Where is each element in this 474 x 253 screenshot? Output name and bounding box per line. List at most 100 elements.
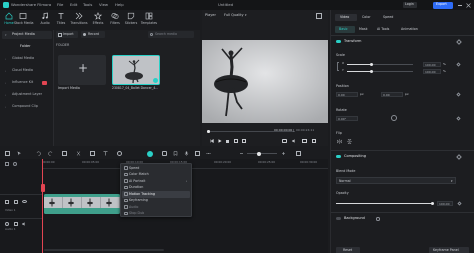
subtab-ai-tools[interactable]: AI Tools bbox=[377, 27, 389, 31]
transform-toggle[interactable] bbox=[336, 40, 341, 43]
sidebar-item-cloud-media[interactable]: › Cloud Media bbox=[2, 67, 52, 75]
progress-handle[interactable] bbox=[207, 130, 210, 133]
video-clip[interactable] bbox=[44, 194, 120, 214]
timeline-scrollbar[interactable] bbox=[44, 249, 164, 251]
redo-icon[interactable] bbox=[48, 151, 53, 156]
expand-icon[interactable] bbox=[312, 139, 316, 143]
position-keyframe-icon[interactable] bbox=[456, 92, 461, 97]
playhead-handle[interactable] bbox=[40, 184, 45, 192]
select-tool-icon[interactable] bbox=[17, 151, 22, 156]
tool-home[interactable]: Home bbox=[2, 12, 16, 28]
minimize-icon[interactable] bbox=[458, 5, 462, 6]
crop-icon[interactable] bbox=[90, 151, 95, 156]
opacity-input[interactable]: 100.00 bbox=[437, 201, 453, 206]
mute-icon[interactable] bbox=[22, 222, 26, 226]
grid-icon[interactable] bbox=[296, 151, 301, 156]
rotate-dial-icon[interactable] bbox=[391, 115, 397, 121]
delete-icon[interactable] bbox=[62, 151, 67, 156]
menu-view[interactable]: View bbox=[99, 3, 108, 7]
more-tools-icon[interactable] bbox=[206, 151, 211, 156]
volume-icon[interactable] bbox=[292, 139, 296, 143]
keyframe-panel-button[interactable]: Keyframe Panel bbox=[429, 247, 469, 253]
video-preview[interactable] bbox=[202, 40, 328, 123]
flip-vertical-icon[interactable] bbox=[347, 139, 352, 144]
menu-edit[interactable]: Edit bbox=[70, 3, 77, 7]
scale-x-input[interactable]: 100.00 bbox=[423, 62, 441, 67]
text-icon[interactable] bbox=[103, 151, 108, 156]
zoom-out-icon[interactable] bbox=[239, 151, 244, 156]
tool-effects[interactable]: Effects bbox=[91, 11, 105, 28]
tool-templates[interactable]: Templates bbox=[141, 12, 157, 28]
media-clip-thumbnail[interactable] bbox=[112, 55, 160, 85]
lock-icon[interactable] bbox=[14, 222, 18, 226]
subtab-animation[interactable]: Animation bbox=[401, 27, 418, 31]
transform-reset-icon[interactable] bbox=[456, 39, 462, 45]
blend-mode-dropdown[interactable]: Normal ▾ bbox=[336, 177, 456, 184]
sidebar-item-global-media[interactable]: › Global Media bbox=[2, 55, 52, 63]
link-icon[interactable] bbox=[13, 162, 17, 166]
subtab-mask[interactable]: Mask bbox=[359, 27, 368, 31]
rotate-input[interactable]: 0.00° bbox=[336, 116, 358, 121]
quality-dropdown[interactable]: Full Quality ▾ bbox=[224, 13, 248, 19]
tool-filters[interactable]: Filters bbox=[108, 12, 122, 28]
sidebar-item-influence-kit[interactable]: › Influence Kit bbox=[2, 79, 52, 87]
background-toggle[interactable] bbox=[336, 217, 341, 220]
sidebar-item-project-media[interactable]: ▾ Project Media bbox=[2, 31, 52, 39]
scale-link-icon[interactable] bbox=[337, 62, 339, 71]
sidebar-item-compound-clip[interactable]: › Compound Clip bbox=[2, 103, 52, 111]
ai-icon[interactable] bbox=[147, 150, 153, 157]
compositing-reset-icon[interactable] bbox=[456, 154, 462, 160]
add-track-icon[interactable] bbox=[5, 162, 9, 166]
tool-audio[interactable]: Audio bbox=[38, 12, 52, 28]
subtab-basic[interactable]: Basic bbox=[335, 26, 355, 33]
menu-help[interactable]: Help bbox=[115, 3, 124, 7]
scale-y-slider-handle[interactable] bbox=[370, 70, 373, 73]
import-media-tile[interactable]: + bbox=[58, 55, 106, 85]
tool-stock-media[interactable]: Stock Media bbox=[14, 12, 33, 28]
prev-frame-icon[interactable] bbox=[210, 138, 214, 144]
stop-icon[interactable] bbox=[226, 139, 229, 143]
split-icon[interactable] bbox=[76, 151, 81, 156]
undo-icon[interactable] bbox=[36, 151, 41, 156]
import-button[interactable]: Import bbox=[56, 31, 78, 38]
compositing-toggle[interactable] bbox=[336, 155, 341, 158]
menu-file[interactable]: File bbox=[57, 3, 63, 7]
reset-button[interactable]: Reset bbox=[336, 247, 360, 253]
export-button[interactable]: Export bbox=[433, 1, 453, 9]
sidebar-item-folder[interactable]: Folder bbox=[2, 43, 52, 51]
mark-in-icon[interactable] bbox=[234, 139, 238, 143]
tool-titles[interactable]: Titles bbox=[54, 12, 68, 28]
screen-ratio-icon[interactable] bbox=[302, 139, 307, 143]
sidebar-item-adjustment-layer[interactable]: › Adjustment Layer bbox=[2, 91, 52, 99]
record-button[interactable]: Record bbox=[81, 31, 105, 38]
close-icon[interactable] bbox=[466, 2, 471, 8]
login-button[interactable]: Login bbox=[403, 2, 417, 8]
speed-icon[interactable] bbox=[117, 151, 122, 156]
opacity-slider-handle[interactable] bbox=[431, 202, 434, 205]
zoom-slider[interactable] bbox=[247, 151, 277, 156]
tab-speed[interactable]: Speed bbox=[381, 14, 403, 21]
snap-icon[interactable] bbox=[162, 151, 167, 156]
scale-x-slider-handle[interactable] bbox=[370, 63, 373, 66]
voiceover-icon[interactable] bbox=[184, 151, 189, 156]
marker-icon[interactable] bbox=[173, 151, 178, 157]
flip-horizontal-icon[interactable] bbox=[337, 139, 342, 144]
position-y-input[interactable]: 0.00 bbox=[381, 92, 403, 97]
menu-tools[interactable]: Tools bbox=[83, 3, 92, 7]
tab-video[interactable]: Video bbox=[335, 14, 357, 21]
mark-out-icon[interactable] bbox=[242, 139, 246, 143]
fullscreen-icon[interactable] bbox=[316, 13, 322, 19]
play-icon[interactable] bbox=[218, 139, 222, 143]
position-x-input[interactable]: 0.00 bbox=[336, 92, 358, 97]
opacity-keyframe-icon[interactable] bbox=[457, 201, 462, 206]
layout-icon[interactable] bbox=[5, 151, 10, 156]
lock-icon[interactable] bbox=[14, 200, 18, 204]
snapshot-icon[interactable] bbox=[282, 139, 287, 143]
scale-y-input[interactable]: 100.00 bbox=[423, 69, 441, 74]
search-input[interactable]: Search media bbox=[148, 31, 194, 38]
eye-icon[interactable] bbox=[22, 200, 27, 203]
menu-item-stop-dub[interactable]: Stop Dub bbox=[122, 211, 190, 218]
tool-stickers[interactable]: Stickers bbox=[124, 12, 138, 28]
scale-x-keyframe-icon[interactable] bbox=[456, 62, 461, 67]
zoom-in-icon[interactable] bbox=[281, 151, 286, 156]
